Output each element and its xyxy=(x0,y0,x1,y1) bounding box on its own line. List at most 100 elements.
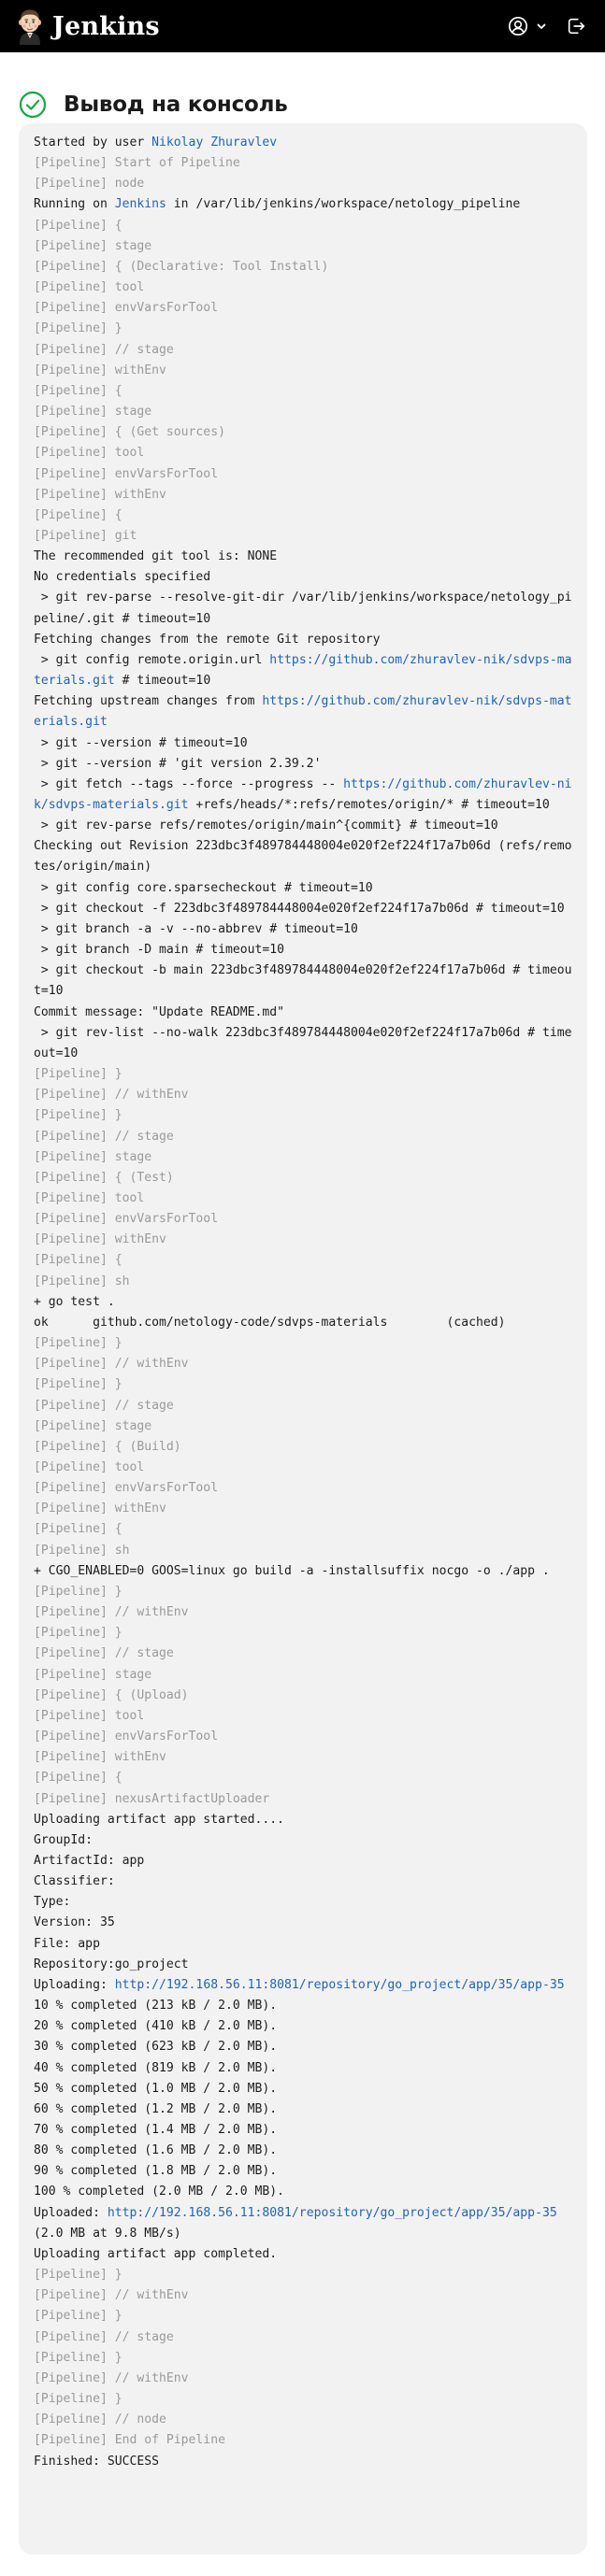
console-text: [Pipeline] // withEnv xyxy=(34,2370,189,2385)
console-line: [Pipeline] // stage xyxy=(34,1644,572,1664)
console-text: Version: 35 xyxy=(34,1915,115,1930)
console-text: [Pipeline] stage xyxy=(34,405,152,420)
console-text: 70 % completed (1.4 MB / 2.0 MB). xyxy=(34,2123,278,2137)
console-line: > git checkout -b main 223dbc3f489784448… xyxy=(34,961,572,1002)
console-text: [Pipeline] } xyxy=(34,1584,122,1599)
console-text: [Pipeline] { (Declarative: Tool Install) xyxy=(34,259,329,274)
success-check-circle-icon xyxy=(19,91,47,119)
console-link[interactable]: http://192.168.56.11:8081/repository/go_… xyxy=(108,2206,557,2220)
console-text: [Pipeline] nexusArtifactUploader xyxy=(34,1791,270,1806)
console-text: ok github.com/netology-code/sdvps-materi… xyxy=(34,1315,506,1330)
console-text: Running on xyxy=(34,197,115,212)
console-text: [Pipeline] node xyxy=(34,177,145,192)
console-line: [Pipeline] } xyxy=(34,319,572,339)
console-line: GroupId: xyxy=(34,1830,572,1851)
console-text: [Pipeline] tool xyxy=(34,1708,145,1723)
console-text: [Pipeline] } xyxy=(34,1067,122,1082)
console-text: in /var/lib/jenkins/workspace/netology_p… xyxy=(166,197,521,212)
console-text: [Pipeline] // withEnv xyxy=(34,1605,189,1620)
console-text: [Pipeline] tool xyxy=(34,1190,145,1205)
header-actions xyxy=(502,9,592,43)
console-line: No credentials specified xyxy=(34,567,572,588)
console-text: 30 % completed (623 kB / 2.0 MB). xyxy=(34,2040,278,2055)
console-line: [Pipeline] Start of Pipeline xyxy=(34,153,572,174)
console-text: Classifier: xyxy=(34,1874,115,1889)
console-text: File: app xyxy=(34,1936,100,1951)
console-line: > git rev-list --no-walk 223dbc3f4897844… xyxy=(34,1023,572,1064)
console-text: Type: xyxy=(34,1895,71,1910)
console-line: [Pipeline] { (Get sources) xyxy=(34,422,572,443)
console-text: [Pipeline] envVarsForTool xyxy=(34,1729,219,1744)
console-line: File: app xyxy=(34,1934,572,1955)
console-line: ok github.com/netology-code/sdvps-materi… xyxy=(34,1313,572,1333)
console-line: 10 % completed (213 kB / 2.0 MB). xyxy=(34,1996,572,2016)
jenkins-butler-logo-icon xyxy=(15,7,45,45)
home-link[interactable]: Jenkins xyxy=(15,7,160,45)
console-text: [Pipeline] tool xyxy=(34,280,145,295)
console-text: [Pipeline] sh xyxy=(34,1274,130,1288)
console-text: [Pipeline] tool xyxy=(34,446,145,461)
console-line: Version: 35 xyxy=(34,1913,572,1933)
console-lines: Started by user Nikolay Zhuravlev [Pipeli… xyxy=(34,133,572,2472)
console-link[interactable]: Jenkins xyxy=(115,197,166,211)
console-text: > git config core.sparsecheckout # timeo… xyxy=(34,880,373,895)
console-text: 90 % completed (1.8 MB / 2.0 MB). xyxy=(34,2164,278,2179)
console-text: > git branch -D main # timeout=10 xyxy=(34,943,285,958)
console-line: Repository:go_project xyxy=(34,1955,572,1975)
console-text: + go test . xyxy=(34,1294,115,1309)
console-text: [Pipeline] } xyxy=(34,2392,122,2407)
console-text: [Pipeline] git xyxy=(34,528,137,543)
console-text: [Pipeline] // stage xyxy=(34,2329,174,2344)
console-text: [Pipeline] { xyxy=(34,1253,122,1268)
console-line: [Pipeline] envVarsForTool xyxy=(34,1209,572,1230)
console-text: > git config remote.origin.url xyxy=(34,652,270,667)
console-line: [Pipeline] // stage xyxy=(34,340,572,361)
console-line: [Pipeline] { xyxy=(34,505,572,526)
user-menu-button[interactable] xyxy=(502,9,553,43)
console-line: [Pipeline] // stage xyxy=(34,1127,572,1147)
console-line: Checking out Revision 223dbc3f4897844480… xyxy=(34,836,572,877)
console-text: [Pipeline] stage xyxy=(34,1418,152,1433)
console-text: [Pipeline] Start of Pipeline xyxy=(34,156,240,171)
console-text: 10 % completed (213 kB / 2.0 MB). xyxy=(34,1999,278,2014)
console-line: [Pipeline] stage xyxy=(34,402,572,422)
console-text: Fetching upstream changes from xyxy=(34,694,263,709)
console-text: [Pipeline] } xyxy=(34,321,122,336)
console-line: > git --version # 'git version 2.39.2' xyxy=(34,754,572,775)
console-line: + go test . xyxy=(34,1292,572,1313)
console-line: 50 % completed (1.0 MB / 2.0 MB). xyxy=(34,2079,572,2099)
console-text: [Pipeline] } xyxy=(34,1377,122,1392)
console-line: > git branch -a -v --no-abbrev # timeout… xyxy=(34,919,572,940)
console-line: Fetching changes from the remote Git rep… xyxy=(34,630,572,650)
console-line: [Pipeline] // withEnv xyxy=(34,2369,572,2389)
console-line: [Pipeline] // node xyxy=(34,2410,572,2430)
console-text: [Pipeline] { xyxy=(34,507,122,522)
console-line: Uploaded: http://192.168.56.11:8081/repo… xyxy=(34,2203,572,2244)
console-output: Started by user Nikolay Zhuravlev [Pipeli… xyxy=(19,123,587,2555)
brand-name: Jenkins xyxy=(52,11,160,41)
user-circle-icon xyxy=(508,16,528,36)
chevron-down-icon xyxy=(536,21,547,32)
console-text: [Pipeline] { (Upload) xyxy=(34,1687,189,1702)
console-line: > git config core.sparsecheckout # timeo… xyxy=(34,878,572,899)
console-line: > git checkout -f 223dbc3f489784448004e0… xyxy=(34,899,572,919)
console-text: > git checkout -f 223dbc3f489784448004e0… xyxy=(34,901,565,916)
console-link[interactable]: Nikolay Zhuravlev xyxy=(151,135,277,149)
console-line: > git --version # timeout=10 xyxy=(34,733,572,754)
console-line: [Pipeline] stage xyxy=(34,1147,572,1168)
console-link[interactable]: http://192.168.56.11:8081/repository/go_… xyxy=(115,1978,565,1992)
console-text: [Pipeline] envVarsForTool xyxy=(34,1481,219,1496)
console-line: [Pipeline] withEnv xyxy=(34,361,572,381)
console-line: [Pipeline] git xyxy=(34,526,572,547)
console-line: > git rev-parse --resolve-git-dir /var/l… xyxy=(34,588,572,629)
console-text: [Pipeline] envVarsForTool xyxy=(34,1212,219,1227)
logout-button[interactable] xyxy=(560,9,592,43)
console-line: [Pipeline] withEnv xyxy=(34,485,572,505)
console-line: [Pipeline] // stage xyxy=(34,1396,572,1416)
console-text: > git checkout -b main 223dbc3f489784448… xyxy=(34,963,572,999)
console-line: [Pipeline] tool xyxy=(34,1458,572,1478)
console-text: No credentials specified xyxy=(34,570,211,585)
console-line: [Pipeline] tool xyxy=(34,278,572,298)
console-text: Uploading artifact app completed. xyxy=(34,2246,278,2261)
console-line: [Pipeline] stage xyxy=(34,236,572,257)
